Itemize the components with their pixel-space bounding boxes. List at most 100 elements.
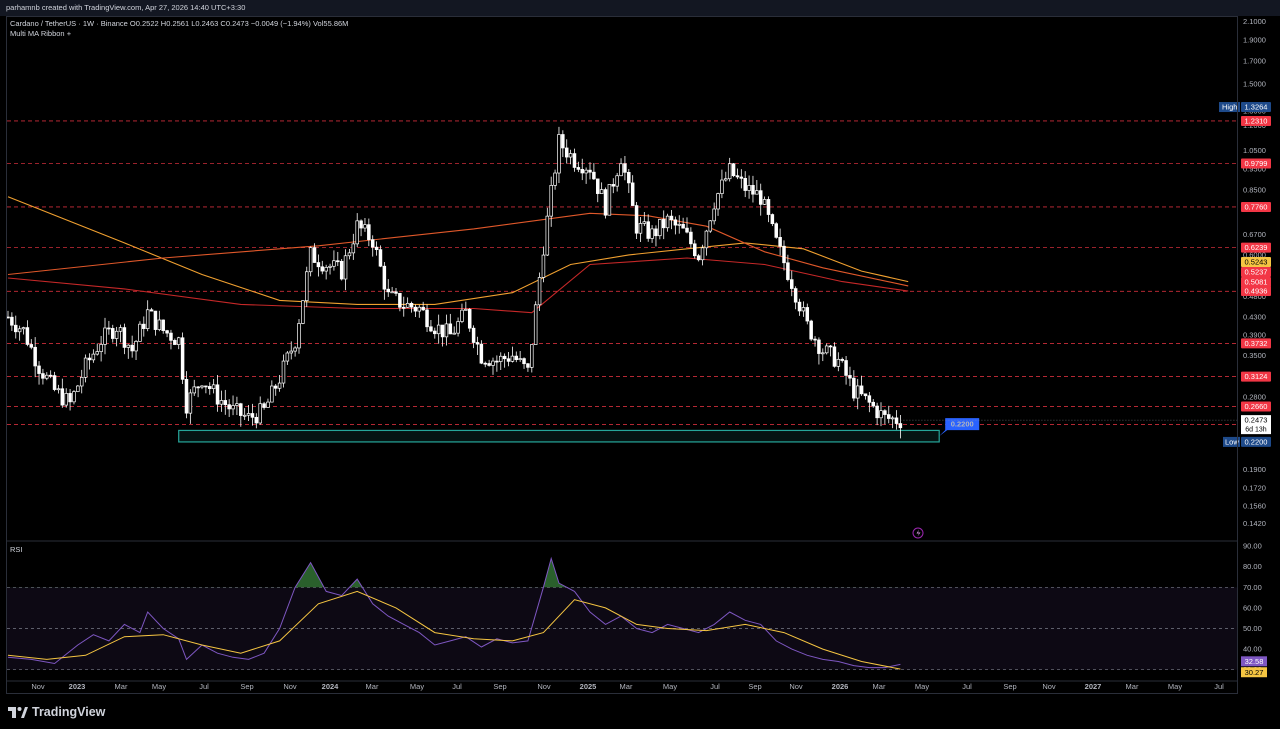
candle-up bbox=[324, 267, 328, 272]
candle-down bbox=[739, 176, 744, 179]
candle-up bbox=[343, 255, 348, 280]
candle-up bbox=[79, 376, 84, 387]
candle-down bbox=[805, 307, 810, 322]
symbol-line[interactable]: Cardano / TetherUS · 1W · Binance O0.252… bbox=[10, 19, 348, 29]
time-tick-label: Jul bbox=[199, 682, 209, 691]
candle-up bbox=[355, 220, 359, 245]
candle-up bbox=[855, 385, 860, 399]
candle-down bbox=[898, 423, 903, 429]
period-low-label: Low bbox=[1225, 438, 1239, 447]
rsi-tick-label: 60.00 bbox=[1243, 603, 1262, 612]
candle-down bbox=[68, 393, 72, 403]
candle-down bbox=[564, 147, 569, 158]
candle-up bbox=[293, 347, 297, 352]
candle-down bbox=[592, 171, 596, 180]
candle-down bbox=[828, 345, 833, 348]
candle-up bbox=[650, 228, 654, 239]
candle-up bbox=[138, 323, 142, 342]
time-tick-label: 2025 bbox=[580, 682, 597, 691]
candle-up bbox=[879, 410, 883, 419]
time-tick-label: Sep bbox=[748, 682, 761, 691]
time-tick-label: Jul bbox=[1214, 682, 1224, 691]
time-tick-label: Nov bbox=[537, 682, 551, 691]
candle-down bbox=[467, 309, 472, 329]
rsi-tick-label: 90.00 bbox=[1243, 542, 1262, 551]
support-zone-callout-label: 0.2200 bbox=[951, 420, 974, 429]
candle-up bbox=[126, 344, 131, 348]
price-tick-label: 0.6700 bbox=[1243, 230, 1266, 239]
candle-down bbox=[262, 403, 266, 408]
candle-down bbox=[495, 360, 499, 363]
candle-up bbox=[157, 319, 162, 330]
price-tick-label: 0.1900 bbox=[1243, 465, 1266, 474]
time-tick-label: Jul bbox=[962, 682, 972, 691]
price-tag-label: 0.7760 bbox=[1245, 203, 1268, 212]
price-tag: 0.7760 bbox=[1241, 201, 1271, 212]
candle-down bbox=[273, 385, 278, 389]
price-tag: 0.3124 bbox=[1241, 371, 1271, 382]
candle-down bbox=[790, 279, 794, 289]
candle-up bbox=[491, 360, 495, 366]
candle-down bbox=[588, 169, 592, 173]
candle-down bbox=[797, 301, 802, 312]
price-tag: 0.3732 bbox=[1241, 338, 1271, 349]
candle-down bbox=[875, 405, 879, 419]
period-high-label: High bbox=[1222, 103, 1237, 112]
candle-down bbox=[87, 357, 92, 361]
candle-down bbox=[48, 374, 53, 377]
time-tick-label: Sep bbox=[240, 682, 253, 691]
candle-down bbox=[378, 249, 383, 267]
price-chart[interactable]: 2.10001.90001.70001.50001.30001.20001.05… bbox=[0, 0, 1280, 729]
rsi-tick-label: 40.00 bbox=[1243, 645, 1262, 654]
rsi-value-tag: 32.58 bbox=[1245, 657, 1264, 666]
candle-down bbox=[817, 339, 821, 354]
candle-up bbox=[460, 309, 464, 322]
candle-down bbox=[204, 385, 208, 388]
support-zone bbox=[178, 429, 940, 443]
candle-up bbox=[545, 215, 550, 256]
candle-down bbox=[196, 386, 200, 389]
candle-up bbox=[755, 190, 759, 195]
candle-up bbox=[720, 179, 724, 194]
candle-up bbox=[235, 403, 239, 406]
candle-down bbox=[433, 330, 437, 335]
candle-up bbox=[549, 185, 553, 217]
rsi-ma-value-tag: 30.27 bbox=[1245, 668, 1264, 677]
rsi-label[interactable]: RSI bbox=[10, 545, 23, 554]
candle-down bbox=[239, 403, 243, 416]
candle-up bbox=[824, 345, 829, 354]
candle-down bbox=[184, 378, 189, 414]
candle-up bbox=[351, 243, 356, 254]
price-tag-label: 0.5237 bbox=[1245, 268, 1268, 277]
candle-down bbox=[448, 323, 453, 335]
candle-down bbox=[844, 360, 848, 376]
indicator-label[interactable]: Multi MA Ribbon + bbox=[10, 29, 348, 39]
candle-up bbox=[17, 328, 22, 333]
candle-down bbox=[487, 363, 491, 366]
price-tag: 1.2310 bbox=[1241, 115, 1271, 126]
candle-up bbox=[716, 193, 720, 210]
candle-up bbox=[289, 350, 293, 354]
candle-down bbox=[751, 185, 755, 195]
price-tick-label: 0.2800 bbox=[1243, 392, 1266, 401]
candle-down bbox=[37, 365, 41, 374]
time-tick-label: Mar bbox=[620, 682, 633, 691]
candle-down bbox=[786, 262, 790, 280]
candle-down bbox=[673, 219, 678, 226]
last-price-value: 0.2473 bbox=[1245, 416, 1268, 425]
candle-down bbox=[475, 342, 480, 345]
period-low-tag: 0.2200 bbox=[1241, 436, 1271, 447]
candle-down bbox=[425, 309, 429, 328]
candle-up bbox=[712, 208, 716, 222]
candle-up bbox=[56, 388, 61, 391]
candle-down bbox=[576, 167, 581, 170]
candle-down bbox=[561, 134, 565, 149]
candle-down bbox=[339, 260, 344, 280]
price-tag: 0.5081 bbox=[1241, 277, 1271, 287]
price-tag: 0.6239 bbox=[1241, 242, 1271, 253]
candle-up bbox=[332, 260, 336, 267]
price-tag-label: 0.5243 bbox=[1245, 258, 1268, 267]
candle-up bbox=[246, 413, 251, 416]
candle-up bbox=[704, 230, 709, 249]
candle-down bbox=[883, 410, 887, 415]
